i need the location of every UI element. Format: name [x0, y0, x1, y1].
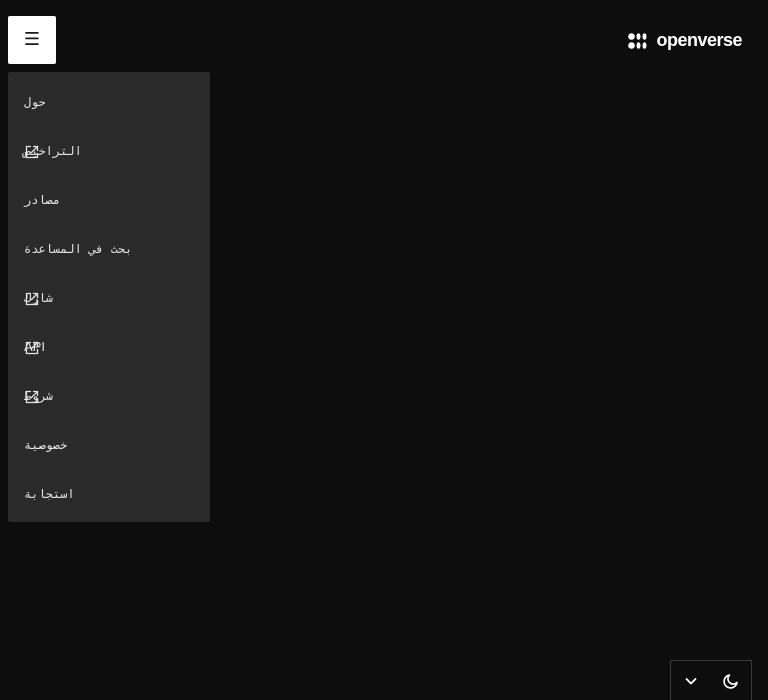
navigation-menu: حول التراخيص مصادر بحث في المساعدة شارك: [8, 72, 210, 522]
menu-item-terms[interactable]: شروط: [8, 371, 210, 420]
page: ☰ openverse حول التراخيص مصادر بحث في ال…: [0, 0, 768, 700]
external-link-icon: [25, 389, 39, 403]
menu-item-label: بحث في المساعدة: [24, 241, 133, 256]
chevron-down-icon[interactable]: [679, 669, 703, 693]
menu-toggle-button[interactable]: ☰: [8, 16, 56, 64]
menu-item-label: حول: [24, 94, 46, 109]
menu-item-api[interactable]: API: [8, 322, 210, 371]
external-link-icon: [25, 340, 39, 354]
theme-switcher: [670, 660, 752, 700]
external-link-icon: [25, 291, 39, 305]
external-link-icon: [25, 144, 39, 158]
menu-item-licenses[interactable]: التراخيص: [8, 126, 210, 175]
moon-icon[interactable]: [719, 669, 743, 693]
menu-item-about[interactable]: حول: [8, 77, 210, 126]
openverse-logo-icon: [628, 32, 648, 50]
brand-name: openverse: [656, 30, 742, 50]
menu-item-feedback[interactable]: استجابة: [8, 469, 210, 518]
menu-item-label: استجابة: [24, 486, 75, 501]
menu-item-contribute[interactable]: شارك: [8, 273, 210, 322]
menu-item-privacy[interactable]: خصوصية: [8, 420, 210, 469]
hamburger-icon: ☰: [23, 29, 41, 50]
brand-logo-link[interactable]: openverse: [628, 30, 742, 51]
menu-item-label: مصادر: [24, 192, 61, 207]
menu-item-sources[interactable]: مصادر: [8, 175, 210, 224]
menu-item-search-help[interactable]: بحث في المساعدة: [8, 224, 210, 273]
menu-item-label: خصوصية: [24, 437, 68, 452]
